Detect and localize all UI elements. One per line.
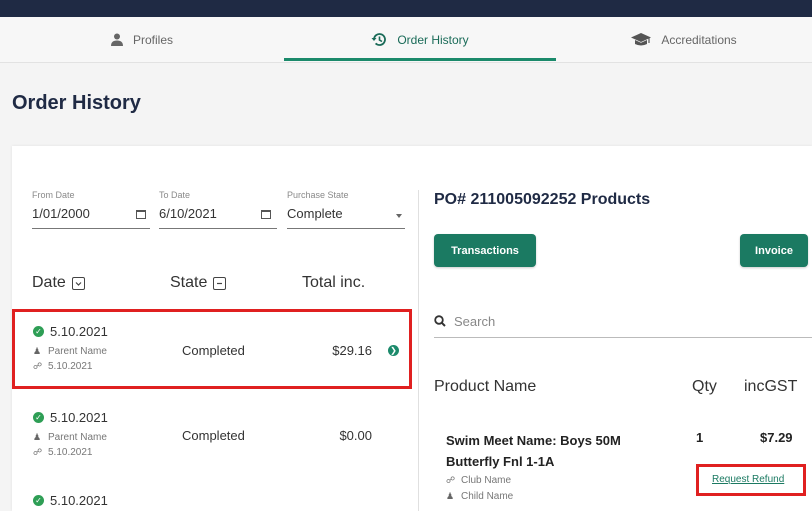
to-date-value: 6/10/2021: [159, 206, 217, 221]
refund-link-highlight: [696, 464, 806, 496]
product-name-header: Product Name: [434, 378, 537, 395]
check-circle-icon: ✓: [33, 495, 44, 506]
collapse-minus-icon[interactable]: [213, 276, 227, 290]
order-date: ✓ 5.10.2021: [33, 493, 108, 508]
club-name: Club Name: [461, 475, 512, 486]
panel-divider: [418, 190, 419, 511]
top-app-bar: [0, 0, 812, 17]
history-icon: [371, 32, 387, 47]
cart-date-text: 5.10.2021: [48, 447, 93, 458]
calendar-icon[interactable]: [261, 210, 271, 219]
order-date: ✓ 5.10.2021: [33, 410, 108, 425]
order-row[interactable]: ✓ 5.10.2021: [12, 493, 407, 511]
from-date-value: 1/01/2000: [32, 206, 90, 221]
person-icon: ♟: [33, 432, 42, 442]
order-parent: ♟ Parent Name: [33, 432, 107, 443]
invoice-button[interactable]: Invoice: [740, 234, 808, 267]
child-name: Child Name: [461, 491, 514, 502]
selected-row-highlight: [12, 309, 412, 389]
purchase-state-select[interactable]: Purchase State Complete: [287, 190, 405, 230]
order-total: $0.00: [339, 428, 372, 443]
sort-chevron-down-icon[interactable]: [71, 276, 85, 290]
product-price: $7.29: [760, 430, 793, 445]
active-tab-indicator: [284, 58, 556, 61]
page-title: Order History: [12, 92, 141, 114]
search-field[interactable]: Search: [434, 305, 812, 338]
qty-header: Qty: [692, 378, 717, 395]
incgst-header: incGST: [744, 378, 798, 395]
tab-accreditations[interactable]: Accreditations: [556, 17, 812, 62]
order-row[interactable]: ✓ 5.10.2021 ♟ Parent Name ☍ 5.10.2021 Co…: [12, 410, 407, 470]
tab-label: Order History: [397, 32, 469, 47]
order-date-text: 5.10.2021: [50, 493, 108, 508]
cart-icon: ☍: [446, 475, 456, 485]
tab-bar: Profiles Order History Accreditations: [0, 17, 812, 63]
order-date-text: 5.10.2021: [50, 410, 108, 425]
order-state: Completed: [182, 428, 245, 443]
chevron-down-icon: [396, 214, 402, 218]
to-date-field[interactable]: To Date 6/10/2021: [159, 190, 277, 230]
product-qty: 1: [696, 430, 704, 445]
transactions-button[interactable]: Transactions: [434, 234, 536, 267]
search-icon: [434, 315, 446, 327]
check-circle-icon: ✓: [33, 412, 44, 423]
cart-icon: ☍: [33, 447, 43, 457]
tab-profiles[interactable]: Profiles: [0, 17, 284, 62]
state-column-header[interactable]: State: [170, 274, 227, 292]
person-icon: ♟: [446, 491, 455, 501]
po-products-title: PO# 211005092252 Products: [434, 191, 651, 208]
parent-name: Parent Name: [48, 432, 107, 443]
date-column-header[interactable]: Date: [32, 274, 85, 292]
purchase-state-label: Purchase State: [287, 190, 349, 200]
to-date-label: To Date: [159, 190, 191, 200]
product-name: Swim Meet Name: Boys 50M Butterfly Fnl 1…: [446, 433, 621, 469]
total-column-label: Total inc.: [302, 274, 366, 291]
product-club: ☍ Club Name: [446, 475, 511, 486]
date-column-label: Date: [32, 274, 66, 291]
tab-label: Profiles: [132, 32, 173, 47]
field-underline: [159, 228, 277, 229]
tab-label: Accreditations: [661, 32, 737, 47]
field-underline: [287, 228, 405, 229]
product-child: ♟ Child Name: [446, 491, 513, 502]
state-column-label: State: [170, 274, 208, 291]
purchase-state-value: Complete: [287, 206, 343, 221]
graduation-cap-icon: [631, 32, 652, 47]
from-date-field[interactable]: From Date 1/01/2000: [32, 190, 150, 230]
tab-order-history[interactable]: Order History: [284, 17, 556, 62]
total-column-header: Total inc.: [302, 274, 365, 292]
calendar-icon[interactable]: [136, 210, 146, 219]
field-underline: [32, 228, 150, 229]
order-cart-date: ☍ 5.10.2021: [33, 447, 93, 458]
from-date-label: From Date: [32, 190, 75, 200]
person-icon: [110, 33, 123, 46]
search-placeholder: Search: [454, 313, 496, 329]
